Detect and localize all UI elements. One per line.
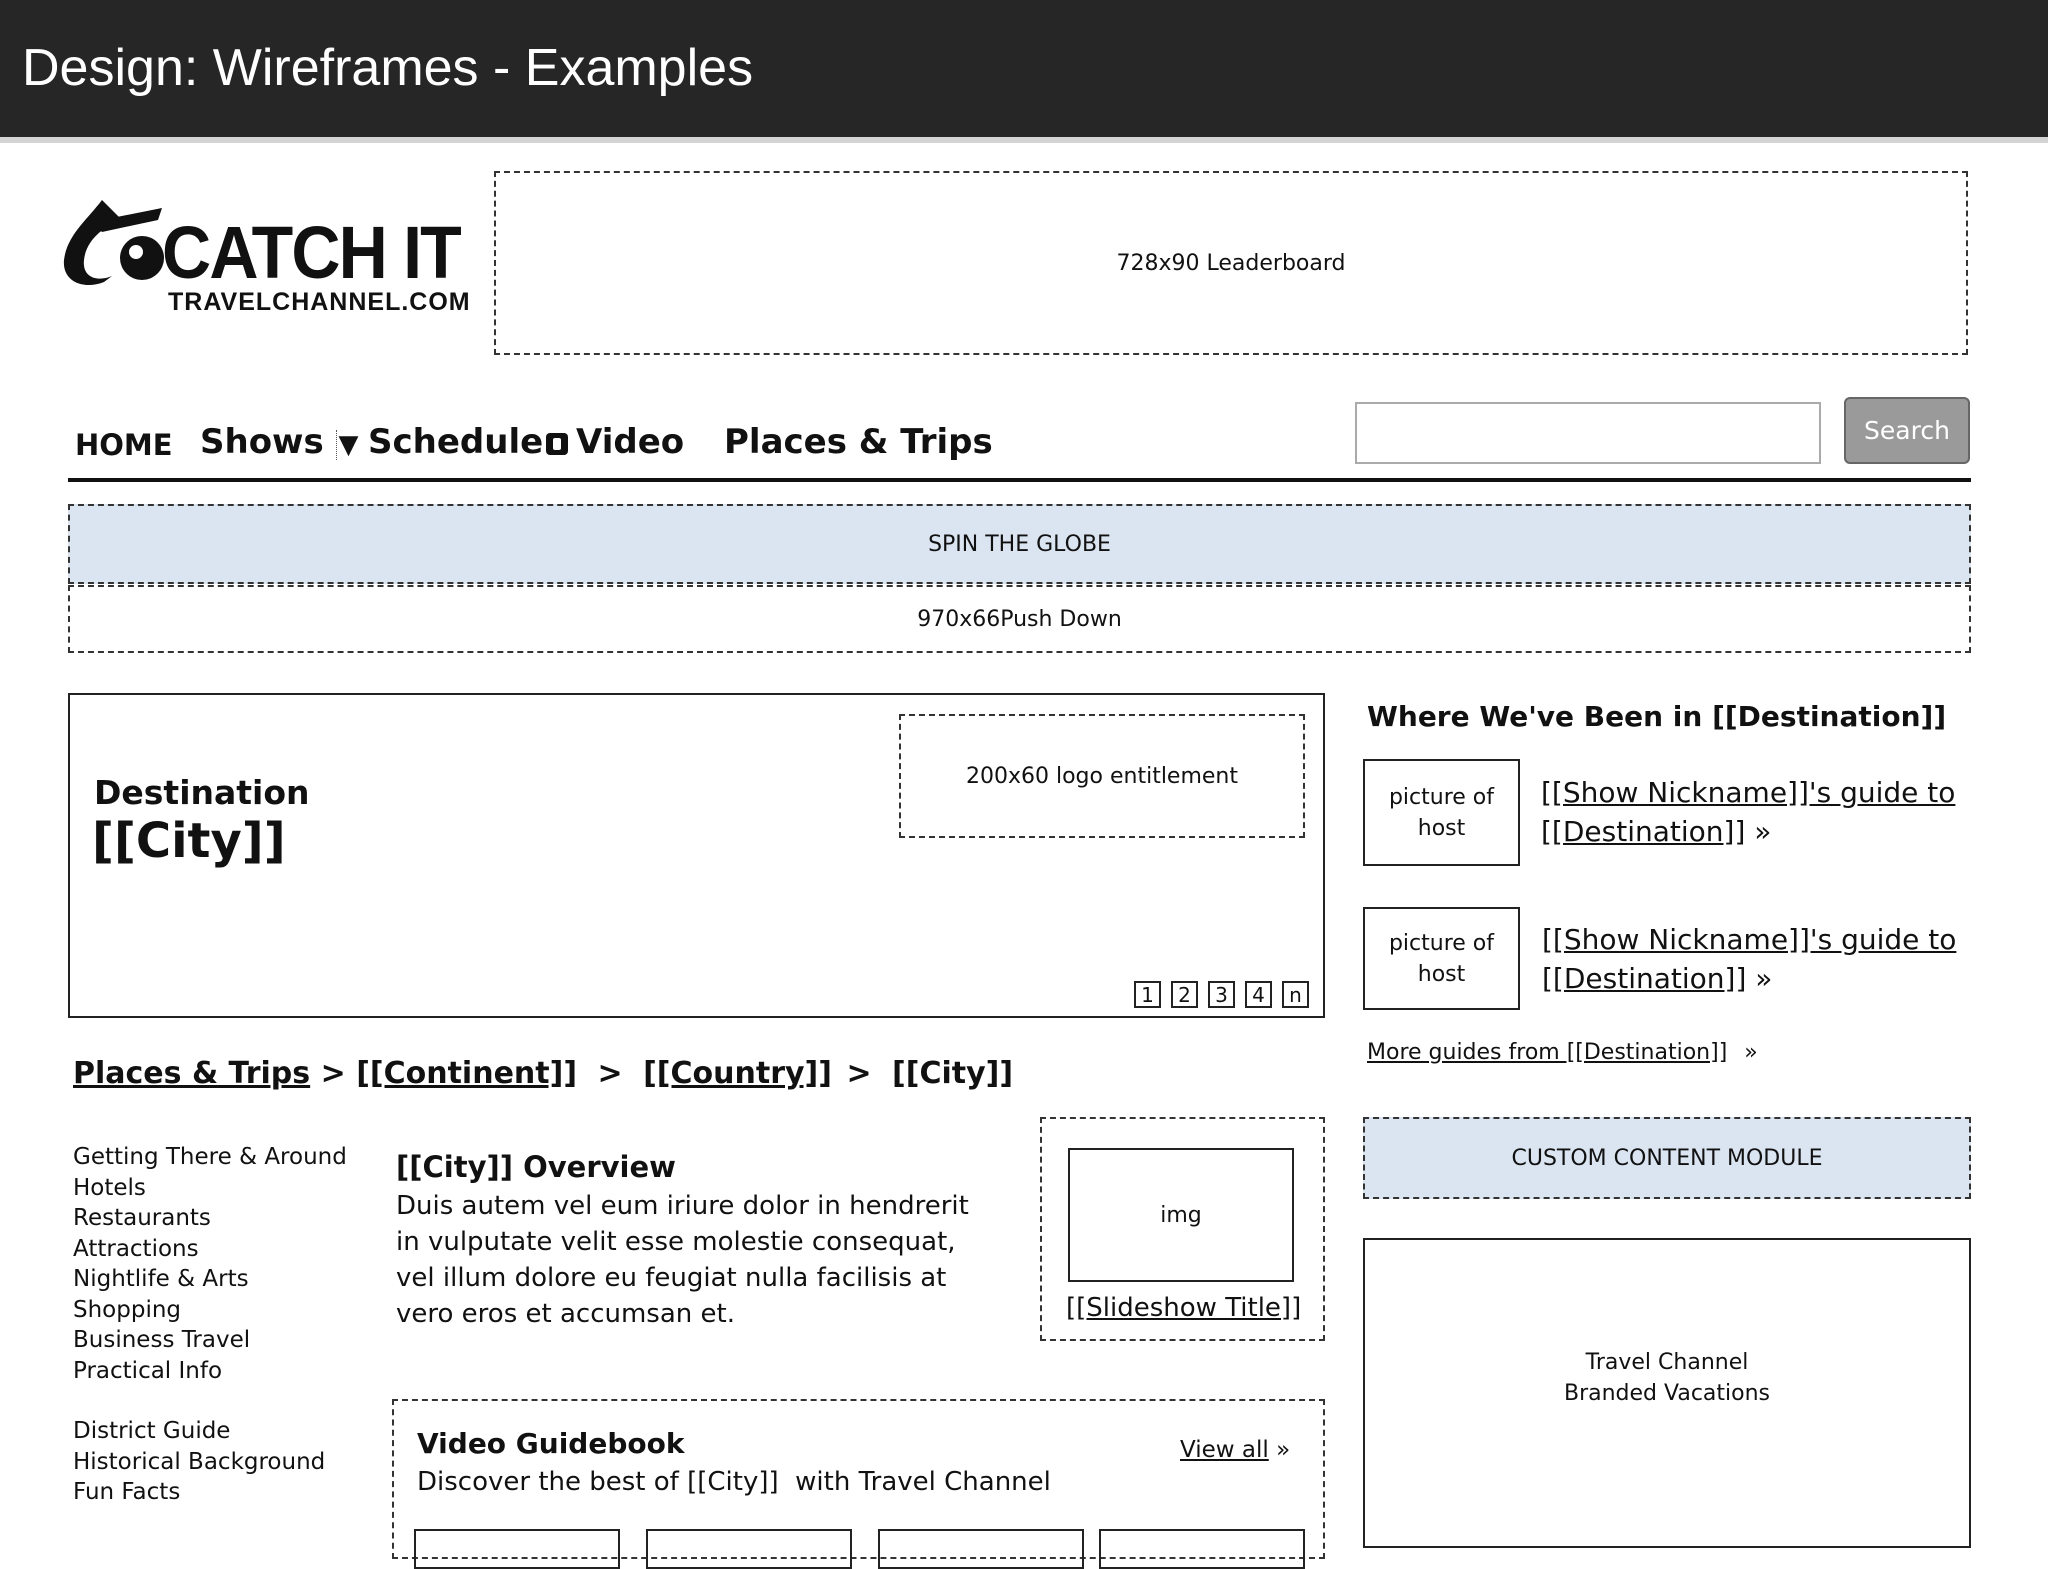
search-input[interactable] <box>1355 402 1821 464</box>
video-thumb[interactable] <box>878 1529 1084 1569</box>
breadcrumb-sep: > <box>320 1056 346 1091</box>
slideshow-title-link[interactable]: [[Slideshow Title]] <box>1066 1293 1301 1323</box>
breadcrumb-sep: > <box>846 1056 872 1091</box>
more-guides-arrow: » <box>1744 1040 1758 1065</box>
show-guide-line1: [[Show Nickname]]'s guide to <box>1541 776 1956 809</box>
video-guidebook-title: Video Guidebook <box>417 1427 685 1460</box>
host-picture-line1: picture of <box>1388 930 1495 956</box>
breadcrumb-city: [[City]] <box>892 1056 1014 1091</box>
side-nav: Getting There & Around Hotels Restaurant… <box>73 1142 347 1508</box>
video-thumb[interactable] <box>1099 1529 1305 1569</box>
pager-2[interactable]: 2 <box>1171 981 1198 1008</box>
side-link[interactable]: Fun Facts <box>73 1477 347 1508</box>
host-picture-line2: host <box>1417 815 1466 841</box>
side-link[interactable]: Restaurants <box>73 1203 347 1234</box>
slide-title: Design: Wireframes - Examples <box>22 39 754 97</box>
logo-domain: TRAVELCHANNEL.COM <box>168 288 471 316</box>
video-thumb[interactable] <box>414 1529 620 1569</box>
view-all-arrow: » <box>1276 1437 1291 1463</box>
side-link[interactable]: Hotels <box>73 1173 347 1204</box>
nav-shows[interactable]: Shows ▼ <box>200 422 359 462</box>
logo-wordmark: CATCH IT <box>162 211 462 294</box>
show-guide-line2: [[Destination]] <box>1541 815 1746 848</box>
breadcrumb-continent[interactable]: [[Continent]] <box>356 1056 577 1091</box>
leaderboard-ad-slot: 728x90 Leaderboard <box>494 171 1968 355</box>
pushdown-ad-slot: 970x66Push Down <box>68 585 1971 653</box>
video-guidebook-module: Video Guidebook Discover the best of [[C… <box>392 1399 1325 1569</box>
side-link[interactable]: Attractions <box>73 1234 347 1265</box>
show-guide-link[interactable]: [[Show Nickname]]'s guide to [[Destinati… <box>1541 773 1955 851</box>
side-link[interactable]: Historical Background <box>73 1447 347 1478</box>
show-guide-line1: [[Show Nickname]]'s guide to <box>1542 923 1957 956</box>
destination-hero: Destination [[City]] 200x60 logo entitle… <box>68 693 1325 1018</box>
nav-video-label: Video <box>576 422 685 462</box>
host-picture: picture of host <box>1363 759 1520 866</box>
video-play-icon <box>546 432 568 455</box>
branded-vacations-module: Travel Channel Branded Vacations <box>1363 1238 1971 1548</box>
pushdown-ad-label: 970x66Push Down <box>917 606 1122 632</box>
slideshow-image-label: img <box>1160 1202 1202 1228</box>
nav-shows-label: Shows <box>200 422 324 462</box>
nav-divider <box>68 478 1971 482</box>
side-link[interactable]: Practical Info <box>73 1356 347 1387</box>
nav-video[interactable]: Video <box>546 422 684 462</box>
branded-line1: Travel Channel <box>1585 1350 1749 1375</box>
branded-line2: Branded Vacations <box>1563 1381 1771 1406</box>
side-link[interactable]: Getting There & Around <box>73 1142 347 1173</box>
custom-content-module: CUSTOM CONTENT MODULE <box>1363 1117 1971 1199</box>
nav-home[interactable]: HOME <box>75 428 173 462</box>
host-picture: picture of host <box>1363 907 1520 1010</box>
guide-arrow: » <box>1754 815 1772 848</box>
host-picture-line2: host <box>1417 961 1466 987</box>
breadcrumb-places[interactable]: Places & Trips <box>73 1056 310 1091</box>
hero-pagination: 1234n <box>1124 981 1309 1008</box>
catch-it-logo[interactable]: CATCH IT TRAVELCHANNEL.COM <box>62 190 472 320</box>
more-guides-label: More guides from [[Destination]] <box>1367 1040 1728 1065</box>
side-link[interactable]: District Guide <box>73 1416 347 1447</box>
leaderboard-ad-label: 728x90 Leaderboard <box>1116 250 1346 276</box>
nav-schedule[interactable]: Schedule <box>368 422 543 462</box>
guide-arrow: » <box>1755 962 1773 995</box>
nav-places-trips[interactable]: Places & Trips <box>724 422 993 462</box>
hero-label: Destination <box>94 773 310 812</box>
breadcrumb-sep: > <box>597 1056 623 1091</box>
pager-3[interactable]: 3 <box>1208 981 1235 1008</box>
show-guide-link[interactable]: [[Show Nickname]]'s guide to [[Destinati… <box>1542 920 1956 998</box>
host-picture-line1: picture of <box>1388 784 1495 810</box>
side-link[interactable]: Shopping <box>73 1295 347 1326</box>
video-guidebook-subtitle: Discover the best of [[City]] with Trave… <box>417 1467 1051 1497</box>
view-all-label: View all <box>1180 1437 1269 1463</box>
custom-content-label: CUSTOM CONTENT MODULE <box>1511 1145 1823 1171</box>
breadcrumb: Places & Trips > [[Continent]] > [[Count… <box>73 1056 1013 1091</box>
side-link[interactable]: Business Travel <box>73 1325 347 1356</box>
spin-the-globe-label: SPIN THE GLOBE <box>928 531 1111 557</box>
breadcrumb-country[interactable]: [[Country]] <box>643 1056 832 1091</box>
video-thumb[interactable] <box>646 1529 852 1569</box>
where-been-heading: Where We've Been in [[Destination]] <box>1367 700 1947 733</box>
side-link[interactable]: Nightlife & Arts <box>73 1264 347 1295</box>
title-bar-shadow <box>0 137 2048 143</box>
logo-entitlement-label: 200x60 logo entitlement <box>965 763 1238 789</box>
overview-body: Duis autem vel eum iriure dolor in hendr… <box>396 1191 969 1329</box>
overview-title: [[City]] Overview <box>396 1150 676 1184</box>
show-guide-line2: [[Destination]] <box>1542 962 1747 995</box>
logo-entitlement-slot: 200x60 logo entitlement <box>899 714 1305 838</box>
slideshow-module: img [[Slideshow Title]] <box>1040 1117 1325 1341</box>
search-button-label: Search <box>1864 416 1950 445</box>
hero-city: [[City]] <box>92 813 286 869</box>
spin-the-globe-bar[interactable]: SPIN THE GLOBE <box>68 504 1971 584</box>
chevron-down-icon: ▼ <box>335 430 359 460</box>
slideshow-image[interactable]: img <box>1068 1148 1294 1282</box>
pager-4[interactable]: 4 <box>1245 981 1272 1008</box>
more-guides-link[interactable]: More guides from [[Destination]] » <box>1367 1040 1758 1065</box>
pager-1[interactable]: 1 <box>1134 981 1161 1008</box>
search-button[interactable]: Search <box>1844 397 1970 464</box>
view-all-link[interactable]: View all » <box>1180 1437 1290 1463</box>
pager-n[interactable]: n <box>1282 981 1309 1008</box>
